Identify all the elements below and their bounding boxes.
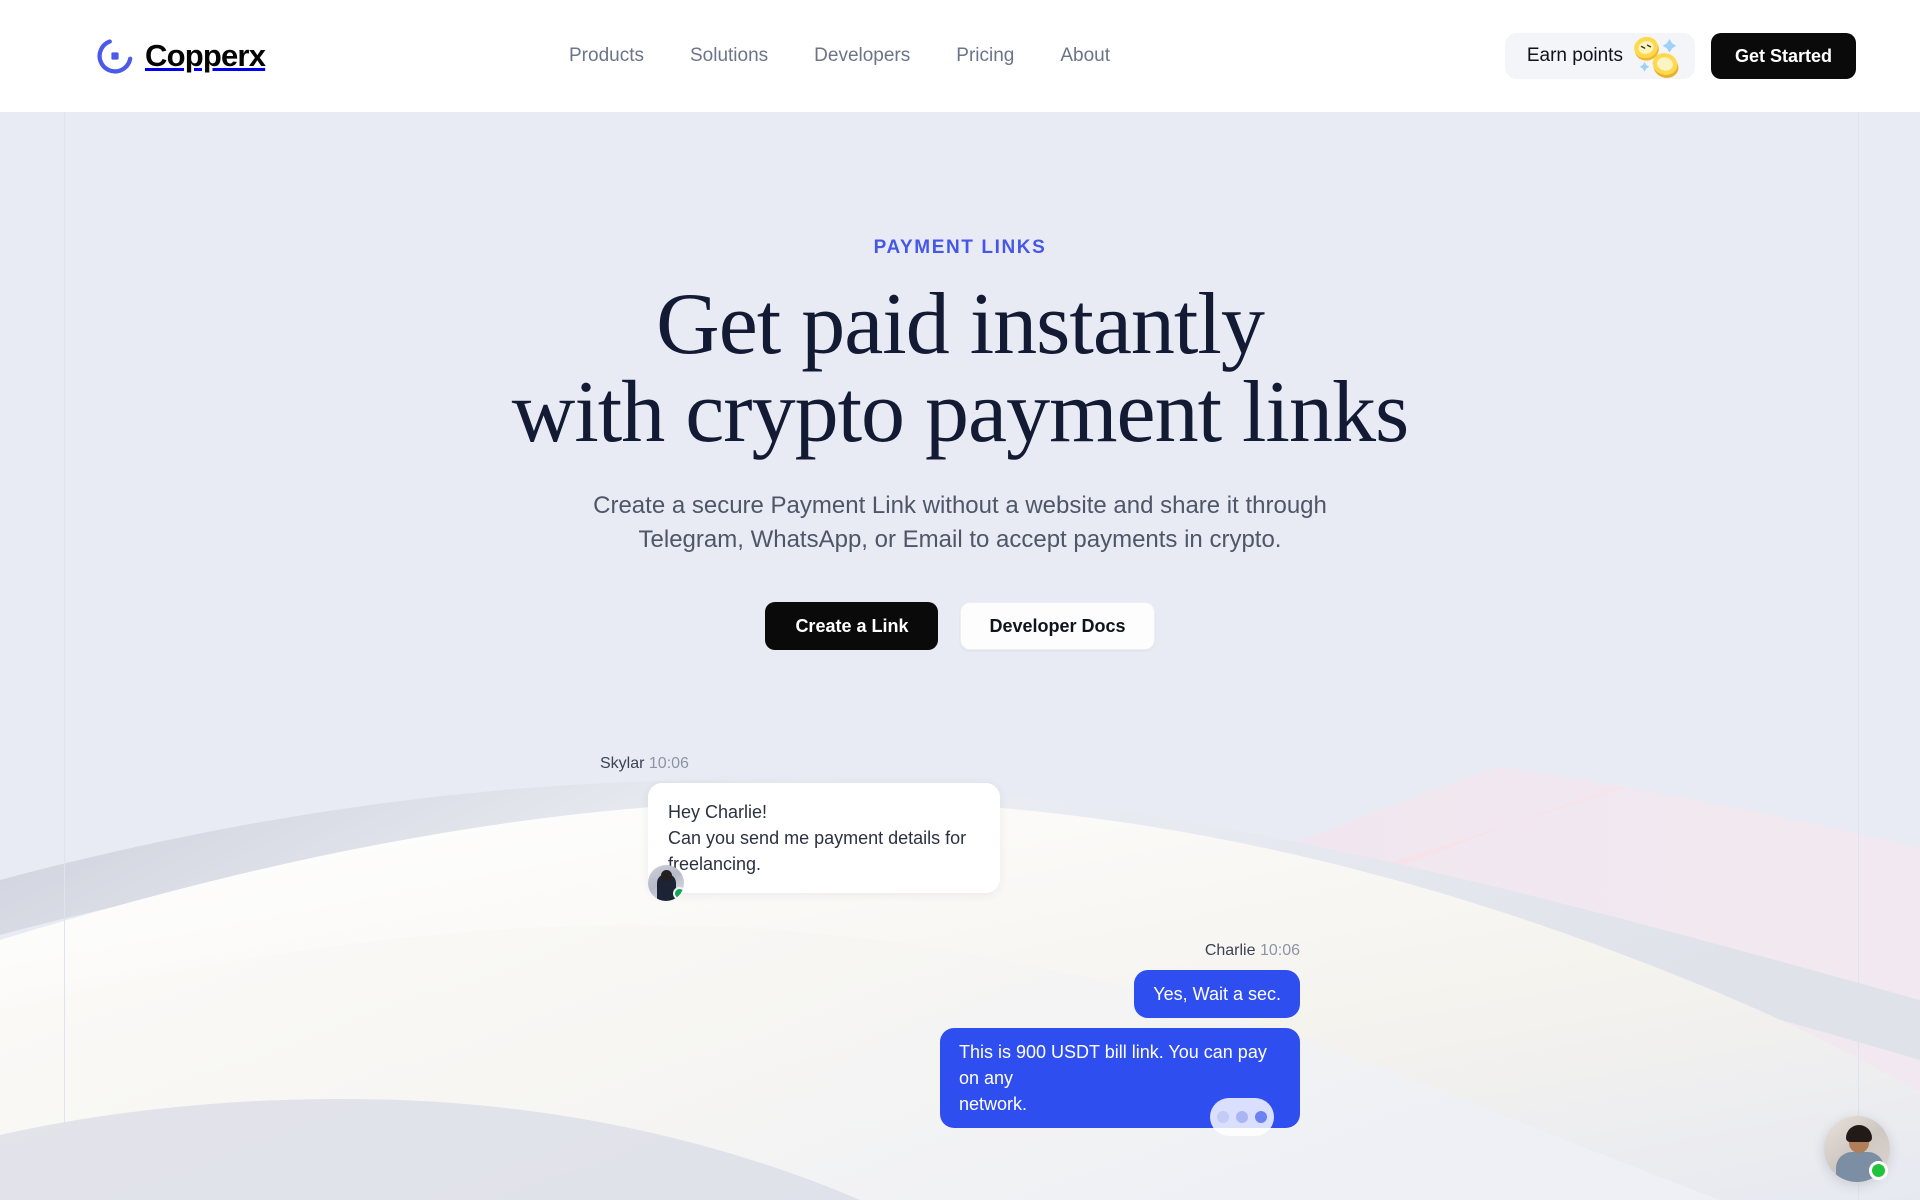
brand-logo[interactable]: Copperx — [96, 37, 266, 75]
outgoing-message-bubble-1: Yes, Wait a sec. — [1134, 970, 1300, 1019]
incoming-timestamp: 10:06 — [648, 755, 689, 772]
incoming-message-bubble: Hey Charlie! Can you send me payment det… — [648, 783, 1000, 902]
page-title: Get paid instantly with crypto payment l… — [0, 281, 1920, 457]
incoming-message-meta: Skylar 10:06 — [600, 755, 1000, 773]
typing-dot-3 — [1255, 1111, 1267, 1123]
online-dot-icon — [1869, 1161, 1888, 1180]
get-started-button[interactable]: Get Started — [1710, 33, 1856, 79]
copperx-circle-logo-icon — [96, 37, 134, 75]
outgoing-timestamp: 10:06 — [1259, 942, 1300, 959]
hero-section: PAYMENT LINKS Get paid instantly with cr… — [0, 112, 1920, 651]
header-actions: Earn points Get Started — [1504, 33, 1856, 79]
nav-item-solutions[interactable]: Solutions — [667, 45, 791, 67]
site-header: Copperx Products Solutions Developers Pr… — [0, 0, 1920, 112]
support-avatar-hair — [1846, 1125, 1872, 1142]
earn-points-label: Earn points — [1526, 45, 1623, 66]
typing-dots-icon — [1210, 1098, 1274, 1136]
brand-name: Copperx — [145, 38, 266, 73]
outgoing-text-line-1: This is 900 USDT bill link. You can pay … — [959, 1042, 1267, 1089]
typing-dot-1 — [1217, 1111, 1229, 1123]
incoming-message: Skylar 10:06 Hey Charlie! Can you send m… — [600, 755, 1000, 902]
hero-eyebrow: PAYMENT LINKS — [873, 237, 1047, 258]
create-a-link-button[interactable]: Create a Link — [765, 602, 939, 651]
earn-points-button[interactable]: Earn points — [1504, 33, 1695, 79]
incoming-text-line-1: Hey Charlie! — [668, 802, 768, 822]
nav-item-products[interactable]: Products — [546, 45, 667, 67]
hero-cta-row: Create a Link Developer Docs — [0, 602, 1920, 651]
skylar-avatar — [648, 865, 684, 902]
online-dot-icon — [673, 887, 684, 901]
nav-item-pricing[interactable]: Pricing — [933, 45, 1037, 67]
outgoing-message-meta: Charlie 10:06 — [860, 942, 1300, 960]
headline-line-1: Get paid instantly — [656, 276, 1265, 373]
hero-subtitle: Create a secure Payment Link without a w… — [0, 489, 1920, 557]
gold-coins-icon — [1625, 33, 1685, 79]
outgoing-sender-name: Charlie — [1204, 942, 1256, 959]
subtitle-line-1: Create a secure Payment Link without a w… — [593, 492, 1327, 519]
incoming-text-line-2: Can you send me payment details for — [668, 828, 967, 849]
support-chat-widget[interactable] — [1824, 1116, 1890, 1182]
nav-item-developers[interactable]: Developers — [791, 45, 933, 67]
typing-dot-2 — [1236, 1111, 1248, 1123]
nav-item-about[interactable]: About — [1037, 45, 1133, 67]
developer-docs-button[interactable]: Developer Docs — [960, 602, 1155, 651]
primary-navigation: Products Solutions Developers Pricing Ab… — [546, 45, 1133, 67]
incoming-sender-name: Skylar — [600, 755, 645, 772]
subtitle-line-2: Telegram, WhatsApp, or Email to accept p… — [638, 526, 1282, 554]
headline-line-2: with crypto payment links — [511, 364, 1409, 461]
incoming-text-line-3: freelancing. — [668, 854, 762, 875]
